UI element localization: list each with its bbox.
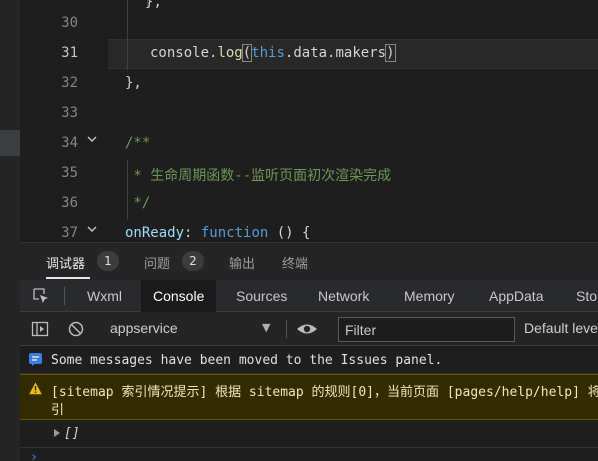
line-number: 37 xyxy=(61,225,78,241)
code-line-36: */ xyxy=(125,195,151,211)
console-prompt[interactable]: › xyxy=(30,450,38,461)
code-line-30: }, xyxy=(145,0,162,10)
code-token: onReady xyxy=(125,225,185,241)
dropdown-arrow-icon[interactable]: ▼ xyxy=(262,321,270,334)
code-line-37: onReady: function () { xyxy=(125,225,310,241)
code-token: ( xyxy=(241,44,253,62)
code-token: : xyxy=(184,225,201,241)
code-token: function xyxy=(200,225,269,241)
tab-problems[interactable]: 问题 xyxy=(144,253,170,272)
log-array-value[interactable]: [] xyxy=(64,426,80,441)
code-line-34: /** xyxy=(125,135,151,151)
tab-wxml[interactable]: Wxml xyxy=(87,280,122,312)
tab-sources[interactable]: Sources xyxy=(236,280,287,312)
info-message-text[interactable]: Some messages have been moved to the Iss… xyxy=(51,353,442,368)
toolbar-divider xyxy=(286,320,287,338)
console-message-warning: [sitemap 索引情况提示] 根据 sitemap 的规则[0]，当前页面 … xyxy=(20,374,598,420)
tab-debugger[interactable]: 调试器 xyxy=(46,253,85,272)
eye-icon[interactable] xyxy=(296,320,318,338)
console-message-log: [] xyxy=(20,420,598,448)
warning-message-text: [sitemap 索引情况提示] 根据 sitemap 的规则[0]，当前页面 … xyxy=(51,385,598,400)
context-selector[interactable]: appservice xyxy=(110,320,178,336)
code-line-32: }, xyxy=(125,75,142,91)
fold-chevron-icon[interactable] xyxy=(86,223,98,235)
code-line-31: console.log(this.data.makers) xyxy=(150,44,396,62)
code-token: console xyxy=(150,45,210,61)
toggle-sidebar-icon[interactable] xyxy=(31,320,49,338)
tab-network[interactable]: Network xyxy=(318,280,369,312)
inspect-element-icon[interactable] xyxy=(32,287,50,305)
devtools-tab-bar: Wxml Console Sources Network Memory AppD… xyxy=(20,280,598,312)
code-token: () { xyxy=(268,225,311,241)
activity-strip-highlight xyxy=(0,130,20,156)
code-editor[interactable]: 30 31 32 33 34 35 36 37 }, console.log(t… xyxy=(20,0,598,242)
code-line-35: * 生命周期函数--监听页面初次渲染完成 xyxy=(125,168,392,184)
line-number: 36 xyxy=(61,195,78,211)
indent-guide xyxy=(127,0,128,70)
fold-chevron-icon[interactable] xyxy=(86,133,98,145)
line-number: 35 xyxy=(61,165,78,181)
code-token: this xyxy=(251,45,285,61)
console-message-info: Some messages have been moved to the Iss… xyxy=(20,346,598,374)
line-number: 30 xyxy=(61,15,78,31)
line-number-active: 31 xyxy=(61,45,78,61)
tab-output[interactable]: 输出 xyxy=(229,253,255,272)
filter-input[interactable] xyxy=(339,318,514,341)
active-tab-underline xyxy=(46,277,90,279)
tab-console[interactable]: Console xyxy=(141,280,217,312)
tab-memory[interactable]: Memory xyxy=(404,280,455,312)
line-number: 34 xyxy=(61,135,78,151)
tab-storage[interactable]: Storage xyxy=(576,280,598,312)
code-token: log xyxy=(217,45,243,61)
line-number: 32 xyxy=(61,75,78,91)
clear-console-icon[interactable] xyxy=(67,320,85,338)
console-toolbar: appservice ▼ Default levels xyxy=(20,312,598,346)
tab-terminal[interactable]: 终端 xyxy=(282,253,308,272)
filter-field[interactable] xyxy=(338,317,515,342)
line-number: 33 xyxy=(61,105,78,121)
panel-tab-bar: 调试器 1 问题 2 输出 终端 xyxy=(20,242,598,280)
warning-message-text-cont: 引 xyxy=(51,403,65,418)
expand-triangle-icon[interactable] xyxy=(54,429,60,437)
tab-appdata[interactable]: AppData xyxy=(489,280,543,312)
code-token: .data.makers xyxy=(284,45,387,61)
warning-icon xyxy=(29,382,42,395)
log-levels-dropdown[interactable]: Default levels xyxy=(524,320,598,336)
code-token: ) xyxy=(385,44,396,62)
info-message-icon xyxy=(29,353,42,366)
debugger-count-badge: 1 xyxy=(97,251,119,271)
activity-strip xyxy=(0,0,20,461)
toolbar-divider xyxy=(64,287,65,305)
problems-count-badge: 2 xyxy=(182,251,204,271)
